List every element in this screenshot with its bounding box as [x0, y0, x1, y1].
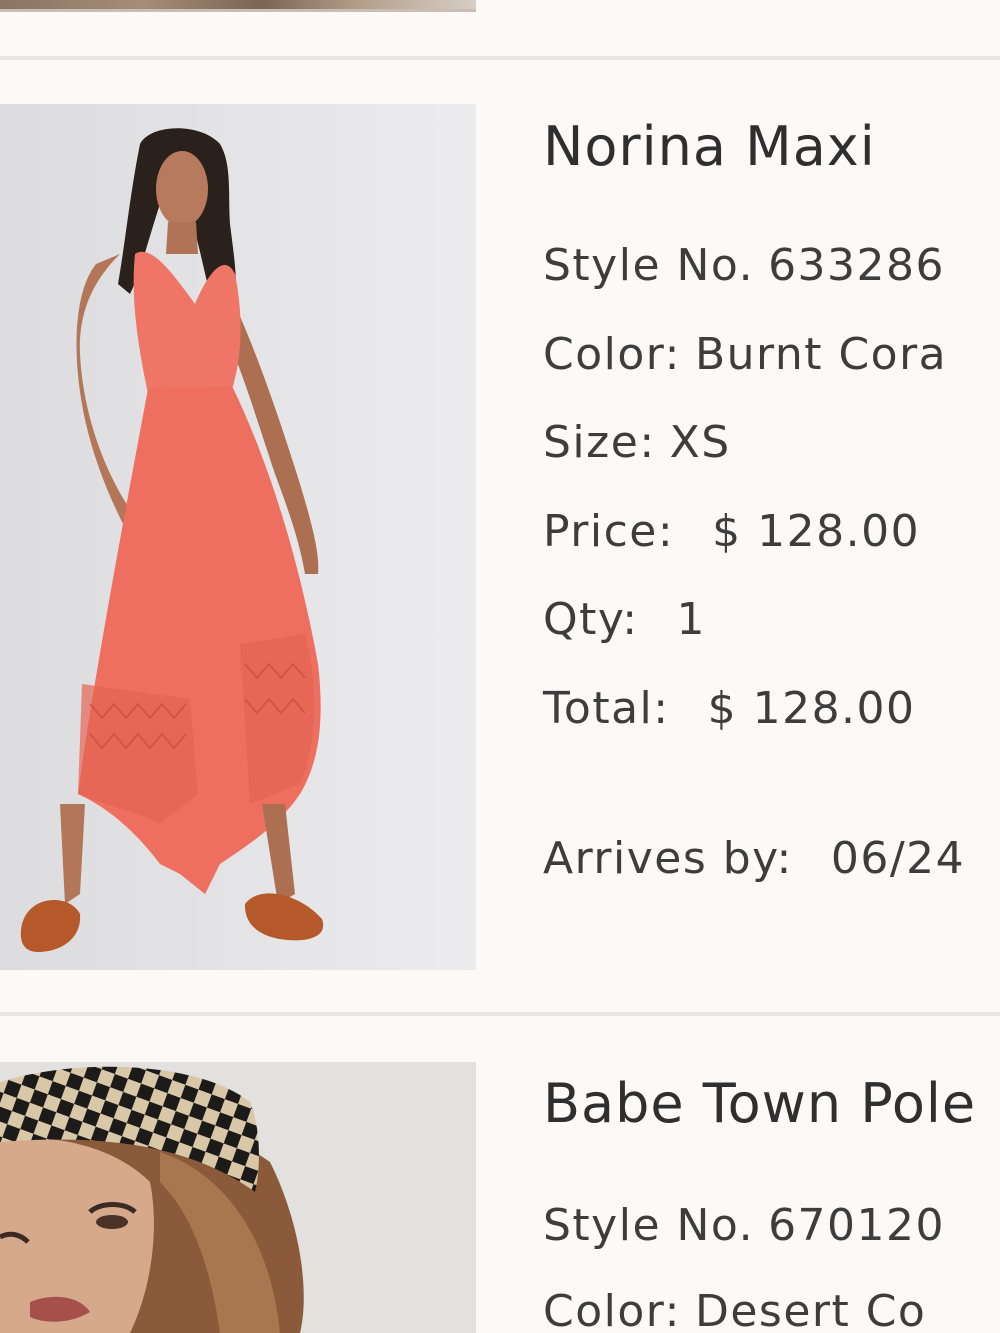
style-number-row: Style No. 633286 [543, 240, 945, 291]
item-divider [0, 1012, 1000, 1016]
qty-value: 1 [676, 594, 707, 645]
color-row: Color: Burnt Cora [543, 329, 947, 380]
previous-item-image[interactable] [0, 0, 476, 12]
arrives-label: Arrives by: [543, 833, 793, 884]
total-label: Total: [543, 683, 670, 734]
product-name[interactable]: Norina Maxi [543, 115, 876, 178]
item-divider [0, 56, 1000, 60]
total-value: $ 128.00 [707, 683, 916, 734]
style-number: 633286 [768, 240, 946, 291]
size-label: Size: [543, 417, 656, 468]
price-label: Price: [543, 506, 675, 557]
color-row: Color: Desert Co [543, 1286, 926, 1333]
color-label: Color: [543, 329, 681, 380]
product-image-babe-town[interactable] [0, 1062, 476, 1333]
order-items-page: Norina Maxi Style No. 633286 Color: Burnt … [0, 0, 1000, 1333]
headscarf-photo-illustration [0, 1062, 476, 1333]
product-image-norina-maxi[interactable] [0, 104, 476, 970]
size-row: Size: XS [543, 417, 731, 468]
size-value: XS [669, 417, 731, 468]
dress-photo-illustration [0, 104, 476, 970]
price-value: $ 128.00 [712, 506, 921, 557]
color-value: Burnt Cora [694, 329, 948, 380]
qty-row: Qty: 1 [543, 594, 706, 645]
color-label: Color: [543, 1286, 681, 1333]
product-name[interactable]: Babe Town Pole [543, 1072, 976, 1135]
total-row: Total: $ 128.00 [543, 683, 916, 734]
style-number: 670120 [768, 1200, 946, 1251]
price-row: Price: $ 128.00 [543, 506, 920, 557]
style-number-row: Style No. 670120 [543, 1200, 945, 1251]
arrives-value: 06/24 [830, 833, 966, 884]
style-label: Style No. [543, 1200, 755, 1251]
color-value: Desert Co [694, 1286, 927, 1333]
style-label: Style No. [543, 240, 755, 291]
qty-label: Qty: [543, 594, 639, 645]
arrives-row: Arrives by: 06/24 [543, 833, 965, 884]
